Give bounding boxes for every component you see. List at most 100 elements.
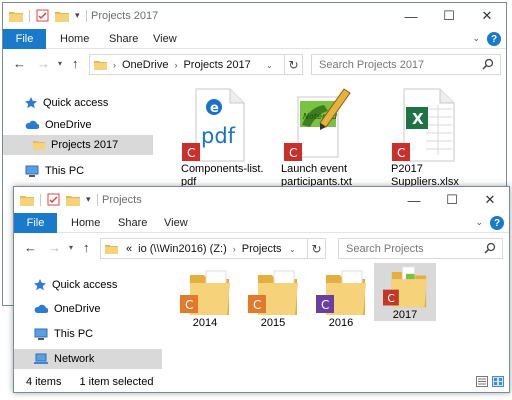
sidebar-item-label: Quick access	[43, 97, 109, 109]
expand-ribbon-icon[interactable]: ⌄	[475, 217, 483, 228]
search-box[interactable]: Search Projects 2017	[311, 54, 501, 75]
breadcrumb-separator-icon[interactable]: ›	[233, 244, 236, 254]
folder-small-icon[interactable]	[9, 10, 23, 22]
tab-share[interactable]: Share	[109, 33, 138, 45]
folder-icon: C	[383, 266, 427, 308]
folder-icon: C	[316, 270, 366, 315]
search-placeholder: Search Projects	[346, 242, 424, 255]
window-title: Projects	[102, 194, 142, 206]
onedrive-cloud-icon	[25, 120, 39, 129]
address-dropdown-icon[interactable]: ⌄	[266, 61, 273, 70]
network-icon	[34, 353, 48, 364]
caption-buttons: — ☐ ✕	[395, 187, 509, 213]
refresh-button[interactable]: ↻	[284, 55, 302, 74]
breadcrumb-network-drive[interactable]: io (\\Win2016) (Z:)	[138, 243, 227, 255]
close-button[interactable]: ✕	[471, 187, 509, 213]
properties-icon[interactable]	[47, 193, 60, 206]
recent-locations-icon[interactable]: ▾	[58, 59, 62, 68]
address-dropdown-icon[interactable]: ⌄	[289, 245, 296, 254]
folder-icon: C	[180, 270, 230, 315]
folder-item-2017[interactable]: C 2017	[374, 263, 436, 321]
breadcrumb-onedrive[interactable]: OneDrive	[122, 59, 168, 71]
tab-file[interactable]: File	[3, 29, 46, 49]
folder-name: 2016	[328, 317, 354, 329]
minimize-button[interactable]: —	[392, 3, 430, 29]
sync-badge-text: C	[397, 146, 405, 160]
address-bar[interactable]: › OneDrive › Projects 2017 ⌄ ↻	[89, 54, 303, 75]
new-folder-icon[interactable]	[55, 10, 69, 22]
back-arrow-icon[interactable]: ←	[13, 56, 26, 71]
large-icons-view-icon[interactable]	[492, 376, 504, 387]
help-icon[interactable]: ?	[490, 216, 504, 230]
file-name-line1: P2017	[391, 163, 423, 175]
recent-locations-icon[interactable]: ▾	[69, 243, 73, 252]
forward-arrow-icon[interactable]: →	[48, 240, 61, 255]
maximize-button[interactable]: ☐	[430, 3, 468, 29]
sidebar-item-projects-2017[interactable]: Projects 2017	[3, 135, 153, 155]
properties-icon[interactable]	[36, 9, 49, 22]
tab-view[interactable]: View	[164, 217, 188, 229]
sync-badge-text: C	[321, 298, 329, 312]
file-item-launch-event[interactable]: Notepad C Launch event participants.txt	[267, 87, 367, 189]
search-placeholder: Search Projects 2017	[319, 58, 425, 71]
sidebar-item-onedrive[interactable]: OneDrive	[14, 299, 164, 319]
file-item-components-list[interactable]: e pdf C Components-list. pdf	[167, 87, 267, 189]
title-bar: ▾ Projects 2017 — ☐ ✕	[3, 3, 506, 29]
file-item-p2017-suppliers[interactable]: X C P2017 Suppliers.xlsx	[377, 87, 477, 189]
quick-access-toolbar: ▾	[9, 9, 87, 22]
breadcrumb-projects[interactable]: Projects	[242, 243, 282, 255]
forward-arrow-icon[interactable]: →	[37, 56, 50, 71]
explorer-window-projects: ▾ Projects — ☐ ✕ File Home Share View ⌄ …	[13, 186, 510, 393]
sync-badge-text: C	[289, 146, 297, 160]
sidebar-item-network[interactable]: Network	[14, 349, 162, 369]
search-icon[interactable]	[482, 58, 494, 70]
sync-badge-text: C	[185, 298, 193, 312]
refresh-button[interactable]: ↻	[307, 239, 325, 258]
tab-view[interactable]: View	[153, 33, 177, 45]
title-bar: ▾ Projects — ☐ ✕	[14, 187, 509, 213]
caption-buttons: — ☐ ✕	[392, 3, 506, 29]
folder-small-icon[interactable]	[20, 194, 34, 206]
breadcrumb-separator-icon[interactable]: ›	[174, 60, 177, 70]
breadcrumb-projects-2017[interactable]: Projects 2017	[183, 59, 250, 71]
minimize-button[interactable]: —	[395, 187, 433, 213]
sidebar-item-label: This PC	[45, 165, 85, 177]
new-folder-icon[interactable]	[66, 194, 80, 206]
sidebar-item-this-pc[interactable]: This PC	[14, 324, 164, 344]
qat-separator	[29, 9, 30, 22]
tab-home[interactable]: Home	[60, 33, 89, 45]
expand-ribbon-icon[interactable]: ⌄	[472, 33, 480, 44]
qat-separator	[96, 193, 98, 206]
folder-name: 2017	[392, 309, 418, 321]
help-icon[interactable]: ?	[487, 32, 501, 46]
tab-share[interactable]: Share	[118, 217, 147, 229]
breadcrumb-overflow[interactable]: «	[126, 243, 132, 255]
close-button[interactable]: ✕	[468, 3, 506, 29]
qat-separator	[85, 9, 87, 22]
folder-item-2016[interactable]: C 2016	[296, 267, 386, 330]
address-bar[interactable]: « io (\\Win2016) (Z:) › Projects ⌄ ↻	[100, 238, 326, 259]
qat-dropdown-icon[interactable]: ▾	[86, 194, 91, 205]
sidebar-item-label: OneDrive	[54, 303, 101, 315]
tab-file[interactable]: File	[14, 213, 57, 233]
qat-separator	[40, 193, 41, 206]
excel-icon-text: X	[412, 110, 424, 128]
search-icon[interactable]	[484, 242, 496, 254]
folder-icon: C	[248, 270, 298, 315]
back-arrow-icon[interactable]: ←	[24, 240, 37, 255]
sidebar-item-quick-access[interactable]: Quick access	[3, 93, 153, 113]
sidebar-item-onedrive[interactable]: OneDrive	[3, 115, 153, 135]
search-box[interactable]: Search Projects	[338, 238, 503, 259]
qat-dropdown-icon[interactable]: ▾	[75, 10, 80, 21]
breadcrumb-separator-icon[interactable]: ›	[113, 60, 116, 70]
sidebar-item-quick-access[interactable]: Quick access	[14, 275, 164, 295]
sync-badge-text: C	[187, 146, 195, 160]
tab-home[interactable]: Home	[71, 217, 100, 229]
sidebar-item-this-pc[interactable]: This PC	[3, 161, 153, 181]
maximize-button[interactable]: ☐	[433, 187, 471, 213]
details-view-icon[interactable]	[476, 376, 488, 387]
up-arrow-icon[interactable]: ↑	[72, 56, 79, 71]
folder-small-icon	[94, 61, 107, 70]
up-arrow-icon[interactable]: ↑	[83, 240, 90, 255]
sync-badge-text: C	[387, 293, 394, 305]
